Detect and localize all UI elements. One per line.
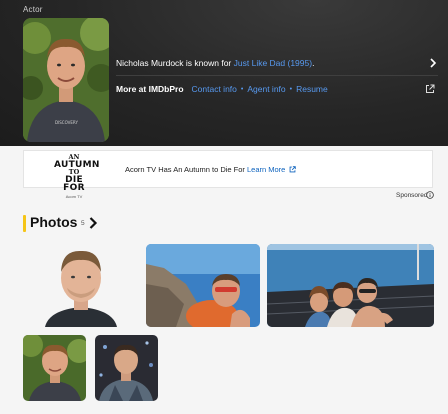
- ad-text: Acorn TV Has An Autumn to Die For Learn …: [125, 165, 297, 174]
- ad-banner[interactable]: AN AUTUMN TO DIE FOR Acorn TV Acorn TV H…: [23, 150, 433, 199]
- ad-logo: AN AUTUMN TO DIE FOR Acorn TV: [54, 154, 99, 199]
- photo-thumbnail[interactable]: [146, 244, 260, 327]
- role-label: Actor: [23, 5, 43, 14]
- separator-dot: •: [289, 85, 293, 93]
- imdbpro-label: More at IMDbPro: [116, 84, 184, 94]
- photos-heading[interactable]: Photos: [30, 214, 77, 230]
- photos-count: 5: [81, 220, 85, 227]
- contact-info-link[interactable]: Contact info: [192, 84, 237, 94]
- learn-more-link[interactable]: Learn More: [247, 165, 285, 174]
- ad-copy: Acorn TV Has An Autumn to Die For: [125, 165, 247, 174]
- section-accent-bar: [23, 215, 26, 232]
- chevron-right-icon[interactable]: [88, 216, 98, 230]
- imdbpro-row: More at IMDbPro Contact info • Agent inf…: [116, 84, 328, 94]
- ad-logo-line: Acorn TV: [65, 193, 83, 199]
- photo-thumbnail[interactable]: [23, 335, 86, 401]
- known-for-line: Nicholas Murdock is known for Just Like …: [116, 58, 314, 68]
- info-icon[interactable]: [426, 191, 434, 199]
- resume-link[interactable]: Resume: [296, 84, 328, 94]
- external-link-icon: [290, 166, 297, 173]
- photo-thumbnail[interactable]: [267, 244, 434, 327]
- known-for-title-link[interactable]: Just Like Dad (1995): [234, 58, 312, 68]
- photo-thumbnail[interactable]: [23, 244, 139, 327]
- known-for-prefix: Nicholas Murdock is known for: [116, 58, 234, 68]
- svg-text:DISCOVERY: DISCOVERY: [55, 120, 78, 125]
- photo-thumbnail[interactable]: [95, 335, 158, 401]
- known-for-suffix: .: [312, 58, 315, 68]
- separator-dot: •: [240, 85, 244, 93]
- agent-info-link[interactable]: Agent info: [247, 84, 285, 94]
- external-link-icon[interactable]: [425, 84, 435, 94]
- sponsored-label: Sponsored: [396, 192, 428, 199]
- chevron-right-icon[interactable]: [428, 57, 438, 69]
- divider: [116, 75, 438, 76]
- ad-logo-line: DIE FOR: [63, 174, 85, 193]
- profile-headshot[interactable]: DISCOVERY: [23, 18, 109, 142]
